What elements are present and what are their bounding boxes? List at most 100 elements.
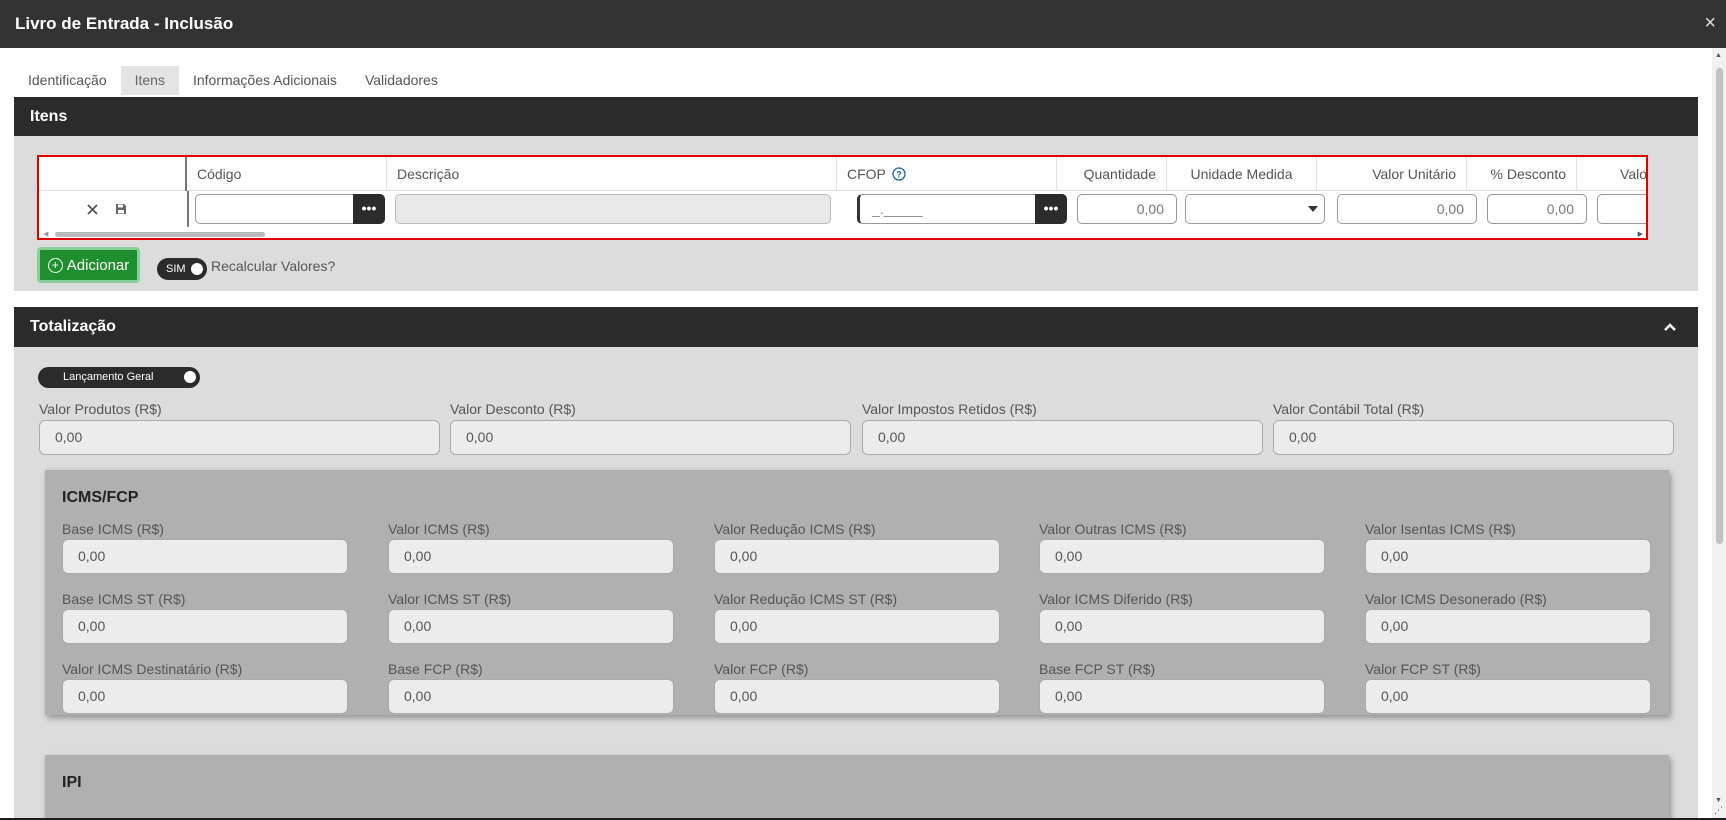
add-item-label: Adicionar	[66, 256, 130, 274]
unidade-medida-select[interactable]	[1185, 194, 1325, 224]
valor-fcp-st-label: Valor FCP ST (R$)	[1365, 661, 1481, 677]
grid-actions-header	[39, 157, 187, 191]
valor-reducao-icms-field: 0,00	[714, 539, 1000, 574]
tab-bar: Identificação Itens Informações Adiciona…	[14, 66, 452, 95]
icms-fcp-title: ICMS/FCP	[62, 489, 139, 506]
valor-fcp-st-field: 0,00	[1365, 679, 1651, 714]
col-codigo[interactable]: Código	[187, 157, 387, 191]
totalizacao-section-header[interactable]: Totalização	[14, 307, 1698, 347]
valor-impostos-retidos-label: Valor Impostos Retidos (R$)	[862, 401, 1037, 417]
codigo-search-button[interactable]: •••	[353, 194, 385, 224]
tab-itens[interactable]: Itens	[120, 66, 179, 95]
valor-icms-diferido-field: 0,00	[1039, 609, 1325, 644]
add-item-button[interactable]: + Adicionar	[37, 247, 140, 283]
modal-titlebar: Livro de Entrada - Inclusão ×	[0, 0, 1726, 48]
itens-section-title: Itens	[30, 107, 68, 125]
cfop-input[interactable]: _._____	[857, 194, 1039, 224]
delete-icon[interactable]	[87, 204, 98, 215]
valor-isentas-icms-label: Valor Isentas ICMS (R$)	[1365, 521, 1516, 537]
chevron-up-icon[interactable]	[1662, 319, 1678, 335]
table-row: ••• _._____ ••• 0,00 0,00 0,00	[39, 191, 1646, 227]
col-quantidade[interactable]: Quantidade	[1057, 157, 1167, 191]
toggle-knob	[191, 263, 203, 275]
tab-informacoes-adicionais[interactable]: Informações Adicionais	[179, 66, 351, 95]
desconto-input[interactable]: 0,00	[1487, 194, 1587, 224]
save-icon[interactable]	[115, 203, 127, 215]
col-descricao[interactable]: Descrição	[387, 157, 837, 191]
quantidade-input[interactable]: 0,00	[1077, 194, 1177, 224]
codigo-input[interactable]	[195, 194, 355, 224]
valor-icms-diferido-label: Valor ICMS Diferido (R$)	[1039, 591, 1193, 607]
close-icon[interactable]: ×	[1704, 12, 1716, 35]
col-cfop-label: CFOP	[847, 166, 886, 182]
recalcular-toggle[interactable]: SIM	[157, 258, 207, 280]
lancamento-geral-label: Lançamento Geral	[63, 371, 154, 383]
valor-impostos-retidos-field: 0,00	[862, 420, 1263, 455]
col-desconto[interactable]: % Desconto	[1467, 157, 1577, 191]
plus-circle-icon: +	[47, 257, 63, 273]
valor-icms-st-field: 0,00	[388, 609, 674, 644]
chevron-down-icon	[1308, 206, 1318, 212]
modal-content: Identificação Itens Informações Adiciona…	[0, 48, 1712, 818]
toggle-knob	[184, 371, 196, 383]
tab-validadores[interactable]: Validadores	[351, 66, 452, 95]
recalcular-toggle-state: SIM	[166, 263, 186, 275]
modal-window: Livro de Entrada - Inclusão × Identifica…	[0, 0, 1726, 818]
scroll-right-icon[interactable]: ▶	[1638, 230, 1643, 238]
grid-horizontal-scrollbar[interactable]: ◀ ▶	[43, 230, 1643, 238]
cfop-search-button[interactable]: •••	[1035, 194, 1067, 224]
items-grid: Código Descrição CFOP ? Quantidade Unida…	[37, 155, 1648, 240]
valor-fcp-label: Valor FCP (R$)	[714, 661, 809, 677]
ipi-title: IPI	[62, 774, 82, 791]
grid-scroll-thumb[interactable]	[55, 232, 265, 237]
resize-grip-icon[interactable]: ⋰	[1714, 805, 1723, 816]
icms-fcp-panel: ICMS/FCP Base ICMS (R$) Valor ICMS (R$) …	[45, 470, 1669, 715]
valor-icms-label: Valor ICMS (R$)	[388, 521, 490, 537]
valor-desconto-field: 0,00	[450, 420, 851, 455]
base-fcp-st-field: 0,00	[1039, 679, 1325, 714]
valor-outras-icms-field: 0,00	[1039, 539, 1325, 574]
valor-icms-field: 0,00	[388, 539, 674, 574]
valor-isentas-icms-field: 0,00	[1365, 539, 1651, 574]
modal-title: Livro de Entrada - Inclusão	[15, 14, 234, 33]
base-icms-st-label: Base ICMS ST (R$)	[62, 591, 186, 607]
scroll-left-icon[interactable]: ◀	[43, 230, 48, 238]
itens-section-header: Itens	[14, 97, 1698, 136]
scroll-up-icon[interactable]: ▲	[1715, 52, 1722, 59]
valor-desconto-label: Valor Desconto (R$)	[450, 401, 576, 417]
col-unidade-medida[interactable]: Unidade Medida	[1167, 157, 1317, 191]
valor-reducao-icms-st-field: 0,00	[714, 609, 1000, 644]
base-icms-st-field: 0,00	[62, 609, 348, 644]
grid-frozen-divider	[187, 191, 189, 227]
vertical-scroll-thumb[interactable]	[1716, 68, 1723, 544]
valor-icms-st-label: Valor ICMS ST (R$)	[388, 591, 512, 607]
valor-reducao-icms-st-label: Valor Redução ICMS ST (R$)	[714, 591, 898, 607]
grid-header: Código Descrição CFOP ? Quantidade Unida…	[39, 157, 1646, 191]
lancamento-geral-toggle[interactable]: Lançamento Geral	[38, 367, 200, 388]
col-cfop[interactable]: CFOP ?	[837, 157, 1057, 191]
recalcular-label: Recalcular Valores?	[211, 258, 336, 274]
col-valor-unitario[interactable]: Valor Unitário	[1317, 157, 1467, 191]
base-fcp-field: 0,00	[388, 679, 674, 714]
totalizacao-section-title: Totalização	[30, 318, 116, 335]
base-icms-label: Base ICMS (R$)	[62, 521, 164, 537]
help-icon[interactable]: ?	[891, 167, 906, 181]
valor-unitario-input[interactable]: 0,00	[1337, 194, 1477, 224]
vertical-scrollbar[interactable]: ▲ ▼ ⋰	[1712, 48, 1726, 818]
valor-icms-destinatario-field: 0,00	[62, 679, 348, 714]
scroll-down-icon[interactable]: ▼	[1715, 797, 1722, 804]
valor-produtos-label: Valor Produtos (R$)	[39, 401, 162, 417]
valor-icms-desonerado-field: 0,00	[1365, 609, 1651, 644]
valor-contabil-total-label: Valor Contábil Total (R$)	[1273, 401, 1425, 417]
base-fcp-st-label: Base FCP ST (R$)	[1039, 661, 1156, 677]
valor-contabil-total-field: 0,00	[1273, 420, 1674, 455]
valor-icms-desonerado-label: Valor ICMS Desonerado (R$)	[1365, 591, 1547, 607]
valor-produtos-field: 0,00	[39, 420, 440, 455]
base-icms-field: 0,00	[62, 539, 348, 574]
base-fcp-label: Base FCP (R$)	[388, 661, 483, 677]
ipi-panel: IPI	[45, 755, 1669, 818]
tab-identificacao[interactable]: Identificação	[14, 66, 121, 95]
valor-outras-icms-label: Valor Outras ICMS (R$)	[1039, 521, 1187, 537]
col-valor[interactable]: Valo	[1577, 157, 1646, 191]
valor-input[interactable]	[1597, 194, 1646, 224]
